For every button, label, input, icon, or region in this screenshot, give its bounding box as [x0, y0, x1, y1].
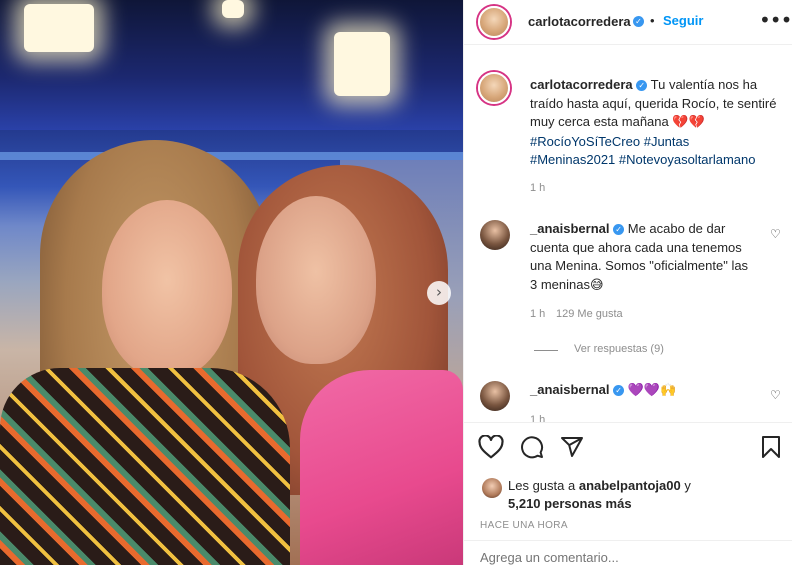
hashtag-link[interactable]: #Notevoyasoltarlamano: [619, 152, 756, 167]
post-caption: carlotacorredera ✓ Tu valentía nos ha tr…: [530, 76, 780, 170]
separator-dot: •: [650, 13, 655, 28]
reply-divider: [534, 350, 558, 351]
likes-others[interactable]: 5,210 personas más: [508, 496, 632, 511]
comment-username[interactable]: _anaisbernal: [530, 221, 610, 236]
person-right-face: [256, 196, 376, 364]
studio-light: [334, 32, 390, 96]
person-left-shirt: [0, 368, 290, 565]
likes-conj: y: [684, 478, 691, 493]
studio-light: [222, 0, 244, 18]
hashtag-link[interactable]: #Juntas: [644, 134, 690, 149]
verified-badge-icon: ✓: [633, 16, 644, 27]
comment-icon[interactable]: [520, 435, 544, 459]
verified-badge-icon: ✓: [613, 385, 625, 396]
liker-avatar[interactable]: [482, 478, 502, 498]
hashtag-link[interactable]: #RocíoYoSíTeCreo: [530, 134, 640, 149]
more-options-icon[interactable]: •••: [759, 8, 792, 32]
author-username[interactable]: carlotacorredera: [528, 14, 631, 29]
comment: _anaisbernal ✓ Me acabo de dar cuenta qu…: [530, 220, 752, 295]
post-timestamp[interactable]: HACE UNA HORA: [480, 520, 568, 531]
comment-like-heart-icon[interactable]: ♡: [770, 227, 781, 241]
comment-likes[interactable]: 129 Me gusta: [556, 308, 623, 320]
sweat-smile-emoji: 😅: [589, 277, 604, 293]
comment-username[interactable]: _anaisbernal: [530, 382, 610, 397]
studio-stripe: [0, 152, 463, 160]
comment: _anaisbernal ✓ 💜💜🙌: [530, 382, 676, 398]
comment-time[interactable]: 1 h: [530, 414, 545, 422]
caption-avatar[interactable]: [478, 72, 510, 104]
chevron-right-icon[interactable]: ›: [427, 281, 451, 305]
caption-username[interactable]: carlotacorredera: [530, 77, 633, 92]
action-bar: [464, 422, 792, 470]
post-header: carlotacorredera ✓ • Seguir •••: [464, 0, 792, 45]
add-comment-input[interactable]: [480, 550, 770, 565]
follow-button[interactable]: Seguir: [663, 13, 703, 28]
post-panel: carlotacorredera ✓ • Seguir ••• carlotac…: [463, 0, 792, 565]
verified-badge-icon: ✓: [613, 224, 625, 235]
author-avatar[interactable]: [478, 6, 510, 38]
view-replies-button[interactable]: Ver respuestas (9): [574, 343, 664, 355]
verified-badge-icon: ✓: [636, 80, 648, 91]
likes-count-line: 5,210 personas más: [508, 496, 632, 511]
comment-time[interactable]: 1 h: [530, 308, 545, 320]
liker-username[interactable]: anabelpantoja00: [579, 478, 681, 493]
post-photo: ›: [0, 0, 463, 565]
studio-light: [24, 4, 94, 52]
comment-like-heart-icon[interactable]: ♡: [770, 388, 781, 402]
broken-heart-emoji: 💔💔: [672, 115, 705, 130]
bookmark-icon[interactable]: [760, 435, 782, 459]
comments-list[interactable]: carlotacorredera ✓ Tu valentía nos ha tr…: [464, 46, 792, 422]
person-right-jacket: [300, 370, 463, 565]
heart-icon[interactable]: [478, 435, 504, 459]
likes-summary: Les gusta a anabelpantoja00 y: [508, 478, 691, 493]
commenter-avatar[interactable]: [480, 381, 510, 411]
likes-prefix: Les gusta a: [508, 478, 576, 493]
purple-hearts-emoji: 💜💜🙌: [627, 383, 677, 398]
hashtag-link[interactable]: #Meninas2021: [530, 152, 615, 167]
send-icon[interactable]: [560, 435, 584, 459]
person-left-face: [102, 200, 232, 378]
caption-time[interactable]: 1 h: [530, 182, 545, 194]
commenter-avatar[interactable]: [480, 220, 510, 250]
add-comment-bar: [464, 540, 792, 565]
